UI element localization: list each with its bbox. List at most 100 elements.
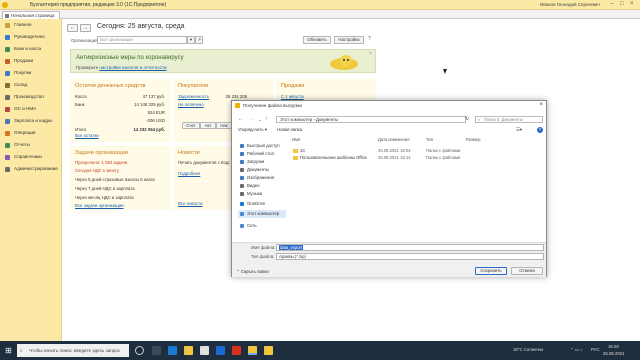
view-options-icon[interactable]: ☰▾ (516, 127, 522, 133)
up-arrow-icon[interactable]: ↑ (265, 116, 268, 122)
banner-tax-settings-link[interactable]: настройки налогов и отчетности (99, 65, 166, 70)
sidebar-item-bank[interactable]: Банк и касса (2, 44, 60, 54)
organize-menu[interactable]: Упорядочить ▾ (238, 127, 267, 133)
hide-folders-toggle[interactable]: ⌃ Скрыть папки (236, 269, 269, 275)
tree-item-music[interactable]: Музыка (238, 190, 286, 198)
user-name[interactable]: Иванов Геннадий Сергеевич (540, 2, 600, 7)
task-item[interactable]: Через 7 дней НДС и зарплата (75, 186, 135, 191)
all-balances-link[interactable]: Все остатки (75, 133, 99, 138)
news-item[interactable]: Печать документов с Кодом (178, 160, 230, 165)
sidebar-item-management[interactable]: Руководителю (2, 32, 60, 42)
close-icon[interactable]: × (630, 1, 634, 7)
buyers-overdue-link[interactable]: Не оплачено (178, 102, 204, 107)
settings-button[interactable]: Настройка (334, 36, 364, 44)
path-documents[interactable]: Документы (316, 117, 338, 122)
tree-item-network[interactable]: Сеть (238, 222, 286, 230)
clock-date[interactable]: 25.08.2021 (603, 351, 625, 356)
language[interactable]: РУС (591, 347, 600, 352)
store-icon[interactable] (200, 346, 209, 355)
1c-taskbar-icon-2[interactable] (264, 346, 273, 355)
maximize-icon[interactable]: □ (620, 1, 624, 7)
sales-period-link[interactable]: С 1 августа (281, 94, 304, 99)
task-item[interactable]: Через месяц НДС и зарплата (75, 195, 134, 200)
explorer-icon[interactable] (184, 346, 193, 355)
banner-close-icon[interactable]: × (369, 51, 372, 57)
dialog-search-input[interactable]: ⌕ Поиск в: Документы (475, 116, 543, 123)
sidebar-item-main[interactable]: Главное (2, 20, 60, 30)
mail-icon[interactable] (216, 346, 225, 355)
task-view-icon[interactable] (152, 346, 161, 355)
opera-icon[interactable] (232, 346, 241, 355)
new-folder-button[interactable]: Новая папка (277, 127, 302, 132)
task-item[interactable]: Просрочено: 1 084 задачи (75, 160, 127, 165)
refresh-button[interactable]: Обновить (303, 36, 331, 44)
windows-start-icon[interactable]: ⊞ (4, 346, 13, 355)
task-item[interactable]: Сегодня НДС к зачету (75, 168, 119, 173)
back-arrow-icon[interactable]: ← (238, 116, 243, 122)
tree-item-documents[interactable]: Документы (238, 166, 286, 174)
tray-icons[interactable]: ⌃ ▭ ♪ (570, 347, 582, 353)
cash-row-value[interactable]: 14 148 325 руб. (110, 102, 165, 107)
sidebar-item-sales[interactable]: Продажи (2, 56, 60, 66)
sidebar-item-admin[interactable]: Администрирование (2, 164, 60, 174)
refresh-icon[interactable]: ↻ (465, 116, 469, 122)
cash-row-value[interactable]: 524 EUR (110, 110, 165, 115)
tree-item-pictures[interactable]: Изображения (238, 174, 286, 182)
buyers-debt-link[interactable]: Задолженность (178, 94, 209, 99)
act-button[interactable]: Акт (200, 122, 216, 129)
forward-button[interactable]: → (80, 24, 91, 32)
tab-home[interactable]: Начальная страница (2, 11, 60, 19)
org-open-button[interactable]: ↗ (195, 36, 203, 44)
task-item[interactable]: Через 5 дней страховые взносы в налог. (75, 177, 156, 182)
taskbar-search[interactable]: ⌕ Чтобы начать поиск, введите здесь запр… (17, 344, 129, 357)
cash-row-value[interactable]: -206 USD (110, 118, 165, 123)
sidebar-item-assets[interactable]: ОС и НМА (2, 104, 60, 114)
address-bar[interactable]: Этот компьютер › Документы (276, 116, 466, 123)
tree-item-onedrive[interactable]: OneDrive (238, 200, 286, 208)
weather[interactable]: 18°C Солнечно (513, 347, 543, 352)
cancel-button[interactable]: Отмена (511, 267, 543, 275)
minimize-icon[interactable]: – (610, 1, 613, 7)
forward-arrow-icon[interactable]: → (248, 116, 253, 122)
tree-item-desktop[interactable]: Рабочий стол (238, 150, 286, 158)
sidebar-item-production[interactable]: Производство (2, 92, 60, 102)
file-row[interactable]: 1С 25.08.2021 16:04 Папка с файлами (290, 147, 510, 154)
cash-row-value[interactable]: 47 137 руб. (110, 94, 165, 99)
column-size[interactable]: Размер (466, 137, 480, 142)
cortana-icon[interactable] (135, 346, 144, 355)
all-tasks-link[interactable]: Все задачи организации (75, 203, 124, 208)
sidebar-item-warehouse[interactable]: Склад (2, 80, 60, 90)
tree-item-quick-access[interactable]: Быстрый доступ (238, 142, 286, 150)
sidebar-item-reports[interactable]: Отчеты (2, 140, 60, 150)
path-computer[interactable]: Этот компьютер (280, 117, 312, 122)
tree-item-this-pc[interactable]: Этот компьютер (238, 210, 286, 218)
filename-input[interactable]: data_export (276, 244, 544, 251)
back-button[interactable]: ← (67, 24, 78, 32)
org-dropdown-button[interactable]: ▾ (187, 36, 195, 44)
sidebar-item-label: Покупки (14, 70, 32, 75)
filetype-select[interactable]: Архивы (*.zip) (276, 253, 544, 260)
invoice-button[interactable]: Счет (182, 122, 200, 129)
dialog-close-icon[interactable]: × (539, 101, 543, 110)
news-more-link[interactable]: Подробнее (178, 171, 200, 176)
history-dropdown-icon[interactable]: ⌄ (258, 117, 261, 122)
all-news-link[interactable]: Все новости (178, 201, 203, 206)
tree-item-downloads[interactable]: Загрузки (238, 158, 286, 166)
column-name[interactable]: Имя (292, 137, 300, 142)
tree-item-video[interactable]: Видео (238, 182, 286, 190)
edge-icon[interactable] (168, 346, 177, 355)
sidebar-item-operations[interactable]: Операции (2, 128, 60, 138)
help-icon[interactable]: ? (368, 36, 371, 42)
clock-time[interactable]: 16:28 (608, 344, 619, 349)
sidebar-item-references[interactable]: Справочники (2, 152, 60, 162)
column-type[interactable]: Тип (426, 137, 433, 142)
sidebar-item-purchases[interactable]: Покупки (2, 68, 60, 78)
org-select[interactable]: Все организации (97, 36, 187, 44)
file-row[interactable]: Пользовательские шаблоны Office 25.08.20… (290, 154, 510, 161)
waybill-button[interactable]: Нак (216, 122, 232, 129)
save-button[interactable]: Сохранить (475, 267, 507, 275)
sidebar-item-salary[interactable]: Зарплата и кадры (2, 116, 60, 126)
column-date[interactable]: Дата изменения (378, 137, 409, 142)
help-icon[interactable]: ? (537, 127, 543, 133)
1c-taskbar-icon[interactable] (248, 346, 257, 355)
